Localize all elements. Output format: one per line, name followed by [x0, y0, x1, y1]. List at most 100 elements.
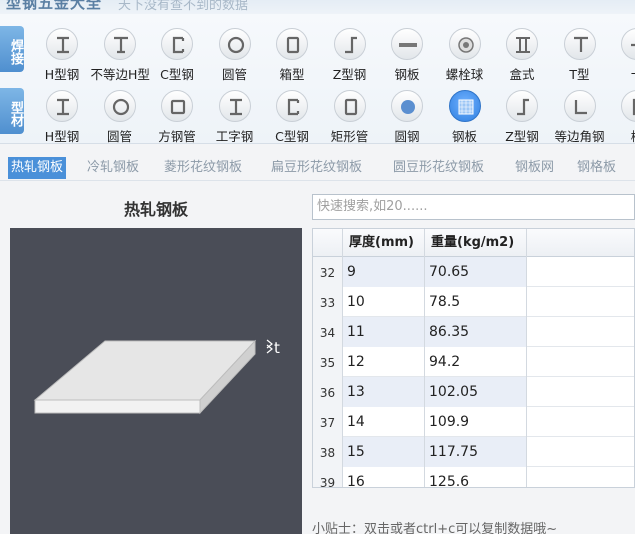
tool-row2-1[interactable]: 圆管: [91, 86, 149, 144]
tab-2[interactable]: 菱形花纹钢板: [164, 157, 242, 179]
table-row[interactable]: 33 10 78.5: [313, 287, 634, 317]
tool-row1-6[interactable]: 钢板: [378, 24, 436, 82]
cell-thickness[interactable]: 15: [343, 437, 425, 467]
toolbar-row-profiles: 型材 H型钢 圆管 方钢管 工字钢 C型钢 矩形管 圆钢 钢板 Z型钢等边角钢槽: [0, 86, 635, 146]
row-number: 38: [313, 437, 343, 467]
tab-0[interactable]: 热轧钢板: [8, 157, 67, 179]
tab-3[interactable]: 扁豆形花纹钢板: [271, 157, 362, 179]
cell-thickness[interactable]: 13: [343, 377, 425, 407]
app-title: 型钢五金大全: [6, 0, 103, 12]
tool-label: 不等边H型: [90, 67, 150, 82]
tool-label: Z型钢: [332, 67, 367, 82]
tool-row1-1[interactable]: 不等边H型: [90, 24, 150, 82]
tab-5[interactable]: 钢板网: [515, 157, 554, 179]
row-number: 36: [313, 377, 343, 407]
t-section-icon: [563, 28, 596, 60]
tool-label: 钢板: [451, 129, 477, 144]
table-row[interactable]: 34 11 86.35: [313, 317, 634, 347]
table-row[interactable]: 37 14 109.9: [313, 407, 634, 437]
cell-weight[interactable]: 86.35: [425, 317, 527, 347]
search-input[interactable]: 快速搜索,如20......: [312, 194, 635, 220]
table-header: 厚度(mm) 重量(kg/m2): [313, 229, 634, 257]
cell-weight[interactable]: 94.2: [425, 347, 527, 377]
tool-label: Z型钢: [505, 129, 539, 144]
cell-thickness[interactable]: 12: [343, 347, 425, 377]
tool-row2-4[interactable]: C型钢: [263, 86, 321, 144]
tool-row1-10[interactable]: 十: [608, 24, 635, 82]
cell-thickness[interactable]: 14: [343, 407, 425, 437]
tool-label: 螺栓球: [445, 67, 484, 82]
steel-plate-icon: [448, 90, 481, 122]
tool-label: 钢板: [394, 67, 420, 82]
cell-thickness[interactable]: 10: [343, 287, 425, 317]
table-row[interactable]: 38 15 117.75: [313, 437, 634, 467]
tool-row1-9[interactable]: T型: [551, 24, 609, 82]
round-pipe-icon: [103, 90, 136, 122]
box-type-icon: [506, 28, 538, 60]
cell-weight[interactable]: 109.9: [425, 407, 527, 437]
tool-row1-3[interactable]: 圆管: [206, 24, 264, 82]
category-profiles[interactable]: 型材: [0, 88, 24, 134]
tool-row1-8[interactable]: 盒式: [493, 24, 551, 82]
bolt-ball-icon: [448, 28, 481, 60]
tool-row2-9[interactable]: 等边角钢: [551, 86, 609, 144]
cross-section-icon: [621, 28, 635, 60]
tool-row2-3[interactable]: 工字钢: [206, 86, 264, 144]
tool-row1-7[interactable]: 螺栓球: [436, 24, 494, 82]
tool-row2-7[interactable]: 钢板: [436, 86, 494, 144]
table-row[interactable]: 36 13 102.05: [313, 377, 634, 407]
tool-label: 箱型: [279, 67, 305, 82]
tab-1[interactable]: 冷轧钢板: [87, 157, 139, 179]
toolbar: 焊接 H型钢不等边H型C型钢圆管箱型Z型钢钢板螺栓球盒式T型十 型材 H型钢圆管…: [0, 14, 635, 144]
steel-plate-illustration: t: [33, 339, 280, 415]
category-welding[interactable]: 焊接: [0, 26, 24, 72]
tool-row2-5[interactable]: 矩形管: [321, 86, 379, 144]
tool-row1-0[interactable]: H型钢: [33, 24, 91, 82]
table-row[interactable]: 35 12 94.2: [313, 347, 634, 377]
tool-row1-2[interactable]: C型钢: [148, 24, 206, 82]
channel-icon: [621, 90, 635, 122]
tool-row2-2[interactable]: 方钢管: [148, 86, 206, 144]
table-row[interactable]: 32 9 70.65: [313, 257, 634, 287]
tool-row1-4[interactable]: 箱型: [263, 24, 321, 82]
table-row[interactable]: 39 16 125.6: [313, 467, 634, 487]
tool-label: 方钢管: [158, 129, 196, 144]
tool-label: 十: [608, 64, 635, 83]
tool-label: 圆钢: [394, 129, 420, 144]
tab-4[interactable]: 圆豆形花纹钢板: [393, 157, 484, 179]
c-channel-icon: [276, 90, 308, 122]
row-number: 34: [313, 317, 343, 347]
cell-weight[interactable]: 102.05: [425, 377, 527, 407]
round-pipe-icon: [218, 28, 251, 60]
box-section-icon: [276, 28, 308, 60]
h-beam-icon: [46, 28, 78, 60]
tool-row2-0[interactable]: H型钢: [33, 86, 91, 144]
row-number: 37: [313, 407, 343, 437]
cell-weight[interactable]: 78.5: [425, 287, 527, 317]
tool-row2-6[interactable]: 圆钢: [378, 86, 436, 144]
cell-weight[interactable]: 117.75: [425, 437, 527, 467]
tool-label: 等边角钢: [554, 129, 605, 144]
header-thickness[interactable]: 厚度(mm): [343, 229, 425, 257]
material-tabs: 热轧钢板 冷轧钢板 菱形花纹钢板 扁豆形花纹钢板 圆豆形花纹钢板 钢板网 钢格板: [0, 153, 635, 181]
tip-text: 小贴士：双击或者ctrl+c可以复制数据哦~: [312, 522, 558, 534]
cell-thickness[interactable]: 16: [343, 467, 425, 487]
tool-row2-8[interactable]: Z型钢: [493, 86, 551, 144]
header-weight[interactable]: 重量(kg/m2): [425, 229, 527, 257]
header-rownum: [313, 229, 343, 257]
tool-label: H型钢: [44, 67, 80, 82]
i-beam-icon: [218, 90, 251, 122]
cell-thickness[interactable]: 11: [343, 317, 425, 347]
tool-row2-10[interactable]: 槽: [608, 86, 635, 144]
cell-weight[interactable]: 70.65: [425, 257, 527, 287]
tab-6[interactable]: 钢格板: [577, 157, 616, 179]
thickness-label: t: [274, 339, 280, 357]
cell-weight[interactable]: 125.6: [425, 467, 527, 487]
data-table: 厚度(mm) 重量(kg/m2) 32 9 70.65 33 10 78.5 34 11 86.…: [312, 228, 635, 488]
cell-thickness[interactable]: 9: [343, 257, 425, 287]
row-number: 33: [313, 287, 343, 317]
preview-title: 热轧钢板: [123, 200, 188, 219]
tool-row1-5[interactable]: Z型钢: [321, 24, 379, 82]
tool-label: 槽: [608, 126, 635, 145]
z-section-icon: [333, 28, 366, 60]
